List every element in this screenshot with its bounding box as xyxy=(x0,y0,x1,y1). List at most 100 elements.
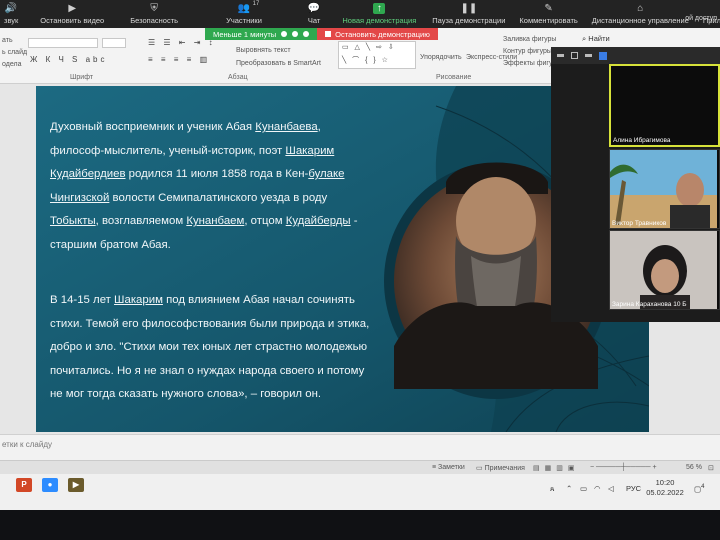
toolbar-label: Участники xyxy=(226,16,262,25)
toolbar-pause-button[interactable]: ❚❚ Пауза демонстрации xyxy=(432,3,505,25)
minimize-icon[interactable] xyxy=(557,54,564,57)
slide-paragraph-2[interactable]: В 14-15 лет Шакарим под влиянием Абая на… xyxy=(50,289,395,407)
linked-term[interactable]: Кунанбаем xyxy=(186,215,244,227)
powerpoint-icon[interactable]: P xyxy=(16,478,32,492)
text-run: В 14-15 лет xyxy=(50,294,115,306)
toolbar-share-button[interactable]: ↑ Новая демонстрация xyxy=(342,3,416,25)
shape-outline-button[interactable]: Контур фигуры xyxy=(503,48,552,55)
zoom-app-icon[interactable]: ● xyxy=(42,478,58,492)
slide-paragraph-1[interactable]: Духовный восприемник и ученик Абая Кунан… xyxy=(50,116,395,257)
language-indicator[interactable]: РУС xyxy=(626,484,641,493)
pen-icon: ✎ xyxy=(544,3,553,14)
zoom-toolbar: 🔊 звук ▶ Остановить видео ⛨ Безопасность 👥 Учас… xyxy=(0,0,720,28)
linked-term[interactable]: Кудайбердиев xyxy=(50,168,126,180)
slide-text-line: не мог тогда сказать нужного слова», – г… xyxy=(50,383,395,407)
chat-icon: 💬 xyxy=(307,3,321,14)
ribbon-left-label-3[interactable]: одела xyxy=(2,61,21,68)
participant-name: Виктор Травников xyxy=(612,220,667,227)
participant-count: 17 xyxy=(252,1,260,7)
record-icon[interactable] xyxy=(303,31,310,37)
panel-controls xyxy=(551,47,720,64)
smartart-button[interactable]: Преобразовать в SmartArt xyxy=(236,60,321,67)
ribbon-left-label-2[interactable]: ь слайд xyxy=(2,49,27,56)
zoom-slider[interactable]: − ─────┼───── + xyxy=(590,464,657,471)
align-text-button[interactable]: Выровнять текст xyxy=(236,47,291,54)
notes-toggle[interactable]: ≡ Заметки xyxy=(432,464,465,471)
network-icon[interactable]: ▭ xyxy=(580,484,587,493)
participant-tile[interactable]: Зарина Караханова 10 Б xyxy=(609,230,720,310)
person-icon[interactable]: ጰ xyxy=(550,484,554,494)
toolbar-remote-button[interactable]: ⌂ Дистанционное управление xyxy=(592,3,689,25)
toolbar-label: звук xyxy=(4,16,19,25)
share-bar: Меньше 1 минуты Остановить демонстрацию xyxy=(205,28,438,40)
text-run: , xyxy=(317,121,321,133)
participant-video xyxy=(610,231,717,309)
stop-share-button[interactable]: Остановить демонстрацию xyxy=(317,28,438,40)
participant-tile[interactable]: Алина Ибрагимова xyxy=(609,64,720,147)
ribbon-left-label-1[interactable]: ать xyxy=(2,37,13,44)
clock-date: 05.02.2022 xyxy=(646,488,684,497)
chevron-up-icon[interactable]: ⌃ xyxy=(566,484,572,493)
comments-label: Примечания xyxy=(484,465,525,472)
arrange-button[interactable]: Упорядочить xyxy=(420,54,462,61)
view-buttons[interactable]: ▤▦▥▣ xyxy=(533,464,579,472)
toolbar-video-button[interactable]: ▶ Остановить видео xyxy=(40,3,104,25)
status-bar: ≡ Заметки ▭ Примечания ▤▦▥▣ − ─────┼────… xyxy=(0,460,720,474)
share-icon: ↑ xyxy=(373,3,386,14)
system-clock[interactable]: 10:20 05.02.2022 xyxy=(640,478,690,498)
slide-text-line: Кудайбердиев родился 11 июля 1858 года в… xyxy=(50,163,395,187)
text-run: добро и зло. "Стихи мои тех юных лет стр… xyxy=(50,341,368,353)
linked-term[interactable]: булаке xyxy=(308,168,344,180)
volume-icon[interactable]: ◁ xyxy=(608,484,614,493)
zoom-level[interactable]: 56 % xyxy=(686,464,702,471)
toolbar-shield-button[interactable]: ⛨ Безопасность xyxy=(130,3,178,25)
slide-text-line: Духовный восприемник и ученик Абая Кунан… xyxy=(50,116,395,140)
toolbar-label: Безопасность xyxy=(130,16,179,25)
notes-pane[interactable]: етки к слайду xyxy=(0,434,720,460)
wifi-icon[interactable]: ◠ xyxy=(594,484,601,493)
participant-name: Зарина Караханова 10 Б xyxy=(612,301,687,308)
align-buttons[interactable]: ≡ ≡ ≡ ≡ ▥ xyxy=(148,55,210,64)
participant-tile[interactable]: Виктор Травников xyxy=(609,149,720,229)
text-run: Духовный восприемник и ученик Абая xyxy=(50,121,256,133)
toolbar-participants-button[interactable]: 👥 Участники 17 xyxy=(226,1,262,25)
zoom-right-label[interactable]: ой доступ xyxy=(682,15,720,27)
font-format-buttons[interactable]: Ж К Ч S abc xyxy=(30,55,108,64)
media-player-icon[interactable]: ▶ xyxy=(68,478,84,492)
linked-term[interactable]: Шакарим xyxy=(285,145,334,157)
toolbar-audio-button[interactable]: 🔊 звук xyxy=(4,3,18,25)
linked-term[interactable]: Кунанбаева xyxy=(255,121,317,133)
mic-icon[interactable] xyxy=(281,31,288,37)
shield-icon[interactable] xyxy=(292,31,299,37)
fit-slide-icon[interactable]: ⊡ xyxy=(708,464,714,472)
comments-toggle[interactable]: ▭ Примечания xyxy=(476,464,525,472)
find-button[interactable]: ⌕ Найти xyxy=(582,34,610,44)
slide-text-line: старшим братом Абая. xyxy=(50,234,395,258)
linked-term[interactable]: Кудайберды xyxy=(286,215,351,227)
notes-placeholder: етки к слайду xyxy=(2,440,53,449)
text-run: философ-мыслитель, ученый-историк, поэт xyxy=(50,144,286,157)
pause-icon: ❚❚ xyxy=(460,3,478,14)
notification-icon[interactable]: ▢4 xyxy=(694,484,704,494)
slide-text-line: В 14-15 лет Шакарим под влиянием Абая на… xyxy=(50,289,395,313)
slide-text-line: Тобыкты, возглавляемом Кунанбаем, отцом … xyxy=(50,210,395,234)
toolbar-pen-button[interactable]: ✎ Комментировать xyxy=(519,3,577,25)
text-run: старшим братом Абая. xyxy=(50,238,171,251)
font-size-box[interactable] xyxy=(102,38,126,48)
speaker-view-icon[interactable] xyxy=(585,54,592,57)
shape-fill-button[interactable]: Заливка фигуры xyxy=(503,36,556,43)
gallery-view-icon[interactable] xyxy=(599,51,607,60)
shape-effects-button[interactable]: Эффекты фигу xyxy=(503,60,553,67)
participant-video xyxy=(610,150,717,228)
font-name-box[interactable] xyxy=(28,38,98,48)
maximize-icon[interactable] xyxy=(571,52,578,59)
slide-text-line: философ-мыслитель, ученый-историк, поэт … xyxy=(50,140,395,164)
shield-icon: ⛨ xyxy=(150,3,158,14)
linked-term[interactable]: Тобыкты xyxy=(50,215,96,227)
toolbar-chat-button[interactable]: 💬 Чат xyxy=(308,3,320,25)
notification-count: 4 xyxy=(701,484,705,490)
linked-term[interactable]: Чингизской xyxy=(50,192,109,204)
text-run: не мог тогда сказать нужного слова», – г… xyxy=(50,388,322,400)
linked-term[interactable]: Шакарим xyxy=(114,294,163,306)
shapes-gallery-glyphs: ▭ △ ╲ ⇨ ⇩ xyxy=(342,44,396,51)
